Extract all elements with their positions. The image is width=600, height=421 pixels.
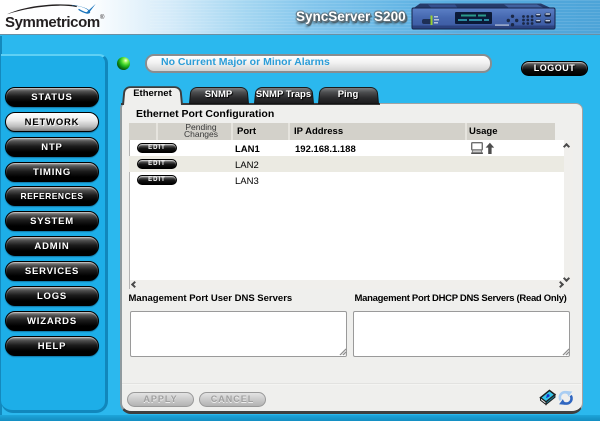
svg-text:®: ® [100,14,105,21]
svg-text:Symmetricom: Symmetricom [5,14,100,31]
